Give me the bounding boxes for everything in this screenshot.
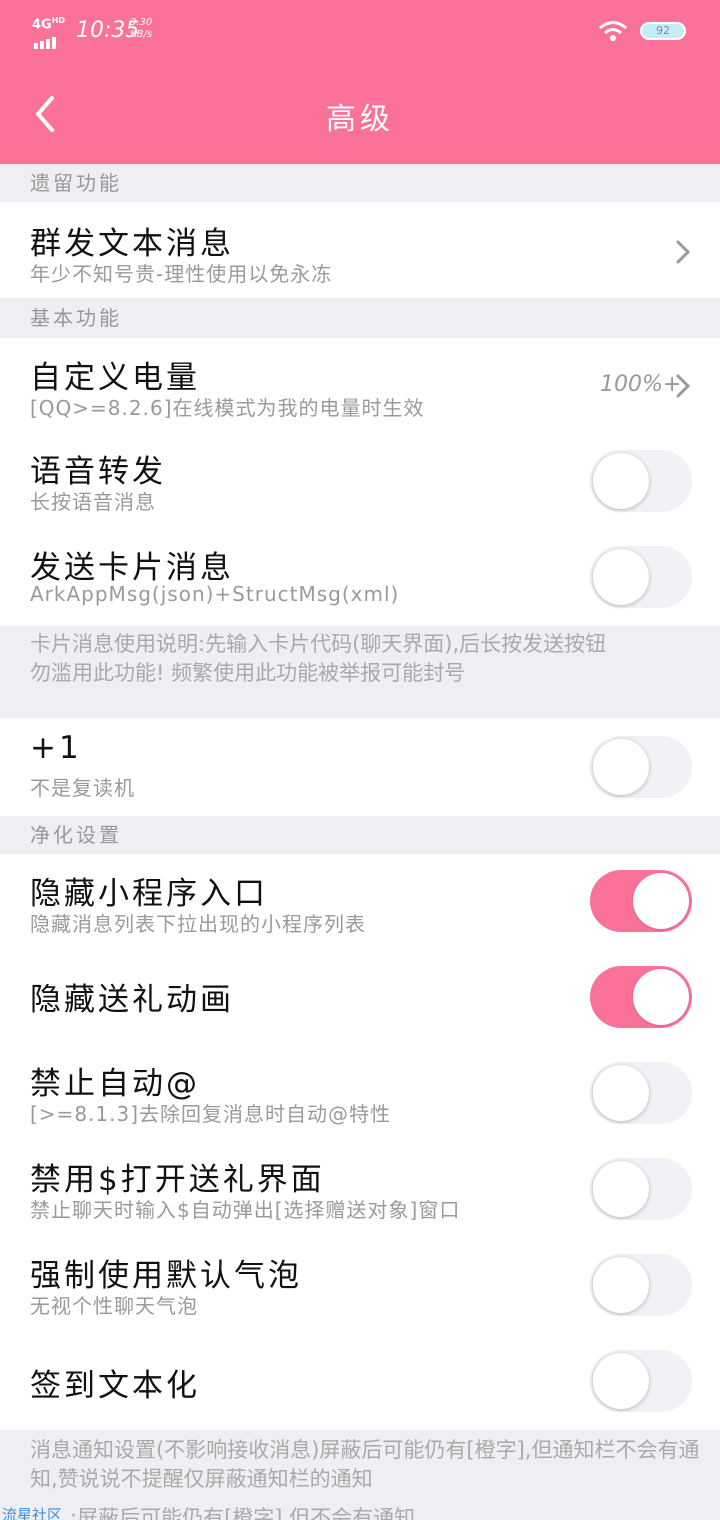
row-default-bubble: 强制使用默认气泡 无视个性聊天气泡 <box>0 1238 720 1334</box>
default-bubble-toggle[interactable] <box>590 1254 692 1316</box>
row-subtitle: 不是复读机 <box>30 776 135 800</box>
status-bar: 4GHD 10:35 3.30 KB/s 92 <box>0 0 720 64</box>
row-subtitle: [>=8.1.3]去除回复消息时自动@特性 <box>30 1102 392 1126</box>
row-hide-mini-program: 隐藏小程序入口 隐藏消息列表下拉出现的小程序列表 <box>0 854 720 950</box>
row-card-message: 发送卡片消息 ArkAppMsg(json)+StructMsg(xml) <box>0 530 720 626</box>
no-auto-at-toggle[interactable] <box>590 1062 692 1124</box>
row-title: +1 <box>30 730 82 766</box>
row-disable-gift-ui: 禁用$打开送礼界面 禁止聊天时输入$自动弹出[选择赠送对象]窗口 <box>0 1142 720 1238</box>
row-subtitle: 长按语音消息 <box>30 490 156 514</box>
signin-text-toggle[interactable] <box>590 1350 692 1412</box>
row-voice-forward: 语音转发 长按语音消息 <box>0 434 720 530</box>
card-message-note: 卡片消息使用说明:先输入卡片代码(聊天界面),后长按发送按钮 勿滥用此功能! 频… <box>0 626 720 718</box>
row-title: 群发文本消息 <box>30 226 234 262</box>
disable-gift-ui-toggle[interactable] <box>590 1158 692 1220</box>
signal-icon <box>34 30 58 49</box>
row-title: 签到文本化 <box>30 1368 200 1404</box>
row-no-auto-at: 禁止自动@ [>=8.1.3]去除回复消息时自动@特性 <box>0 1046 720 1142</box>
row-title: 隐藏送礼动画 <box>30 982 234 1018</box>
brand-watermark: 流星社区 <box>2 1506 63 1520</box>
network-speed: 3.30 KB/s <box>130 17 153 40</box>
chevron-right-icon <box>676 240 691 264</box>
row-title: 禁止自动@ <box>30 1066 200 1102</box>
notification-note: 消息通知设置(不影响接收消息)屏蔽后可能仍有[橙字],但通知栏不会有通知,赞说说… <box>0 1430 720 1502</box>
row-plus-one: +1 不是复读机 <box>0 718 720 816</box>
row-subtitle: ArkAppMsg(json)+StructMsg(xml) <box>30 582 400 606</box>
page-title: 高级 <box>326 102 394 137</box>
row-subtitle: 禁止聊天时输入$自动弹出[选择赠送对象]窗口 <box>30 1198 461 1222</box>
row-title: 自定义电量 <box>30 360 200 396</box>
row-signin-text: 签到文本化 <box>0 1334 720 1430</box>
row-title: 隐藏小程序入口 <box>30 876 268 912</box>
wifi-icon <box>599 21 627 41</box>
card-message-toggle[interactable] <box>590 546 692 608</box>
row-title: 禁用$打开送礼界面 <box>30 1162 325 1198</box>
row-custom-battery[interactable]: 自定义电量 [QQ>=8.2.6]在线模式为我的电量时生效 100%+ <box>0 338 720 432</box>
footer-note: :屏蔽后可能仍有[橙字],但不会有通知 <box>70 1506 416 1520</box>
app-bar: 4GHD 10:35 3.30 KB/s 92 高级 <box>0 0 720 164</box>
card-basic: 自定义电量 [QQ>=8.2.6]在线模式为我的电量时生效 100%+ 语音转发… <box>0 338 720 626</box>
hide-mini-program-toggle[interactable] <box>590 870 692 932</box>
battery-indicator: 92 <box>640 22 686 40</box>
voice-forward-toggle[interactable] <box>590 450 692 512</box>
row-mass-text[interactable]: 群发文本消息 年少不知号贵-理性使用以免永冻 <box>0 202 720 298</box>
row-title: 强制使用默认气泡 <box>30 1258 302 1294</box>
row-subtitle: [QQ>=8.2.6]在线模式为我的电量时生效 <box>30 396 425 420</box>
row-hide-gift-animation: 隐藏送礼动画 <box>0 950 720 1046</box>
card-purify: 隐藏小程序入口 隐藏消息列表下拉出现的小程序列表 隐藏送礼动画 禁止自动@ [>… <box>0 854 720 1430</box>
battery-value: 100%+ <box>600 372 682 397</box>
section-header-basic: 基本功能 <box>0 298 720 338</box>
row-title: 语音转发 <box>30 454 166 490</box>
row-subtitle: 无视个性聊天气泡 <box>30 1294 198 1318</box>
plus-one-toggle[interactable] <box>590 736 692 798</box>
row-subtitle: 年少不知号贵-理性使用以免永冻 <box>30 262 333 286</box>
chevron-right-icon <box>676 374 691 398</box>
row-subtitle: 隐藏消息列表下拉出现的小程序列表 <box>30 912 366 936</box>
section-header-purify: 净化设置 <box>0 816 720 854</box>
row-title: 发送卡片消息 <box>30 550 234 586</box>
section-header-legacy: 遗留功能 <box>0 164 720 202</box>
hide-gift-animation-toggle[interactable] <box>590 966 692 1028</box>
